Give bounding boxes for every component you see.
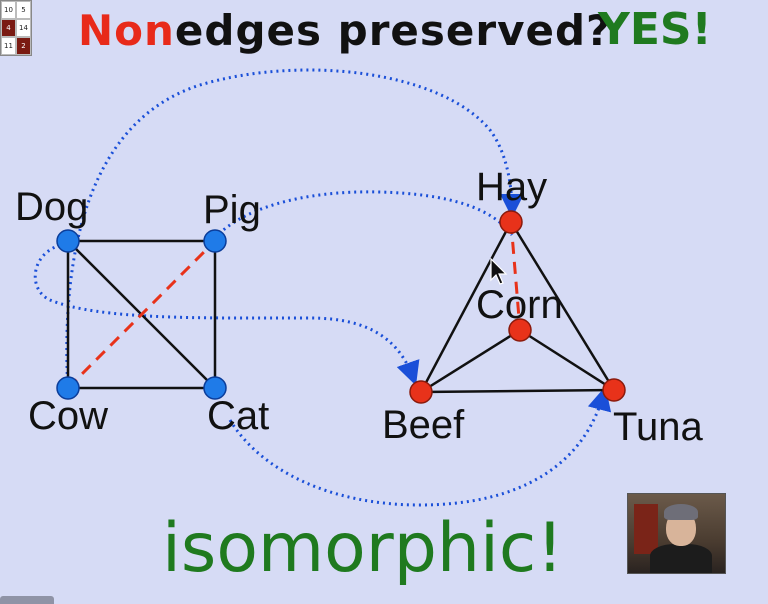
- node-dog: [56, 229, 80, 253]
- node-label-dog: Dog: [15, 185, 89, 229]
- edge-beef-tuna: [420, 388, 615, 394]
- slide: 10 5 4 14 11 2 Nonedges preserved? YES!: [0, 0, 768, 604]
- edge-corn-tuna: [519, 328, 615, 392]
- node-label-pig: Pig: [203, 188, 261, 232]
- webcam-presenter-icon: [627, 493, 726, 574]
- node-label-beef: Beef: [382, 403, 465, 447]
- node-pig: [203, 229, 227, 253]
- node-label-tuna: Tuna: [613, 405, 703, 449]
- node-beef: [409, 380, 433, 404]
- node-label-hay: Hay: [476, 165, 548, 209]
- node-label-corn: Corn: [476, 283, 563, 327]
- node-hay: [499, 210, 523, 234]
- edge-corn-beef: [420, 328, 521, 394]
- node-label-cat: Cat: [207, 394, 270, 438]
- node-label-cow: Cow: [28, 394, 109, 438]
- node-tuna: [602, 378, 626, 402]
- result-text: isomorphic!: [162, 509, 564, 588]
- arrow-cursor-icon: [490, 257, 510, 290]
- bottom-toolbar-tab[interactable]: [0, 596, 54, 604]
